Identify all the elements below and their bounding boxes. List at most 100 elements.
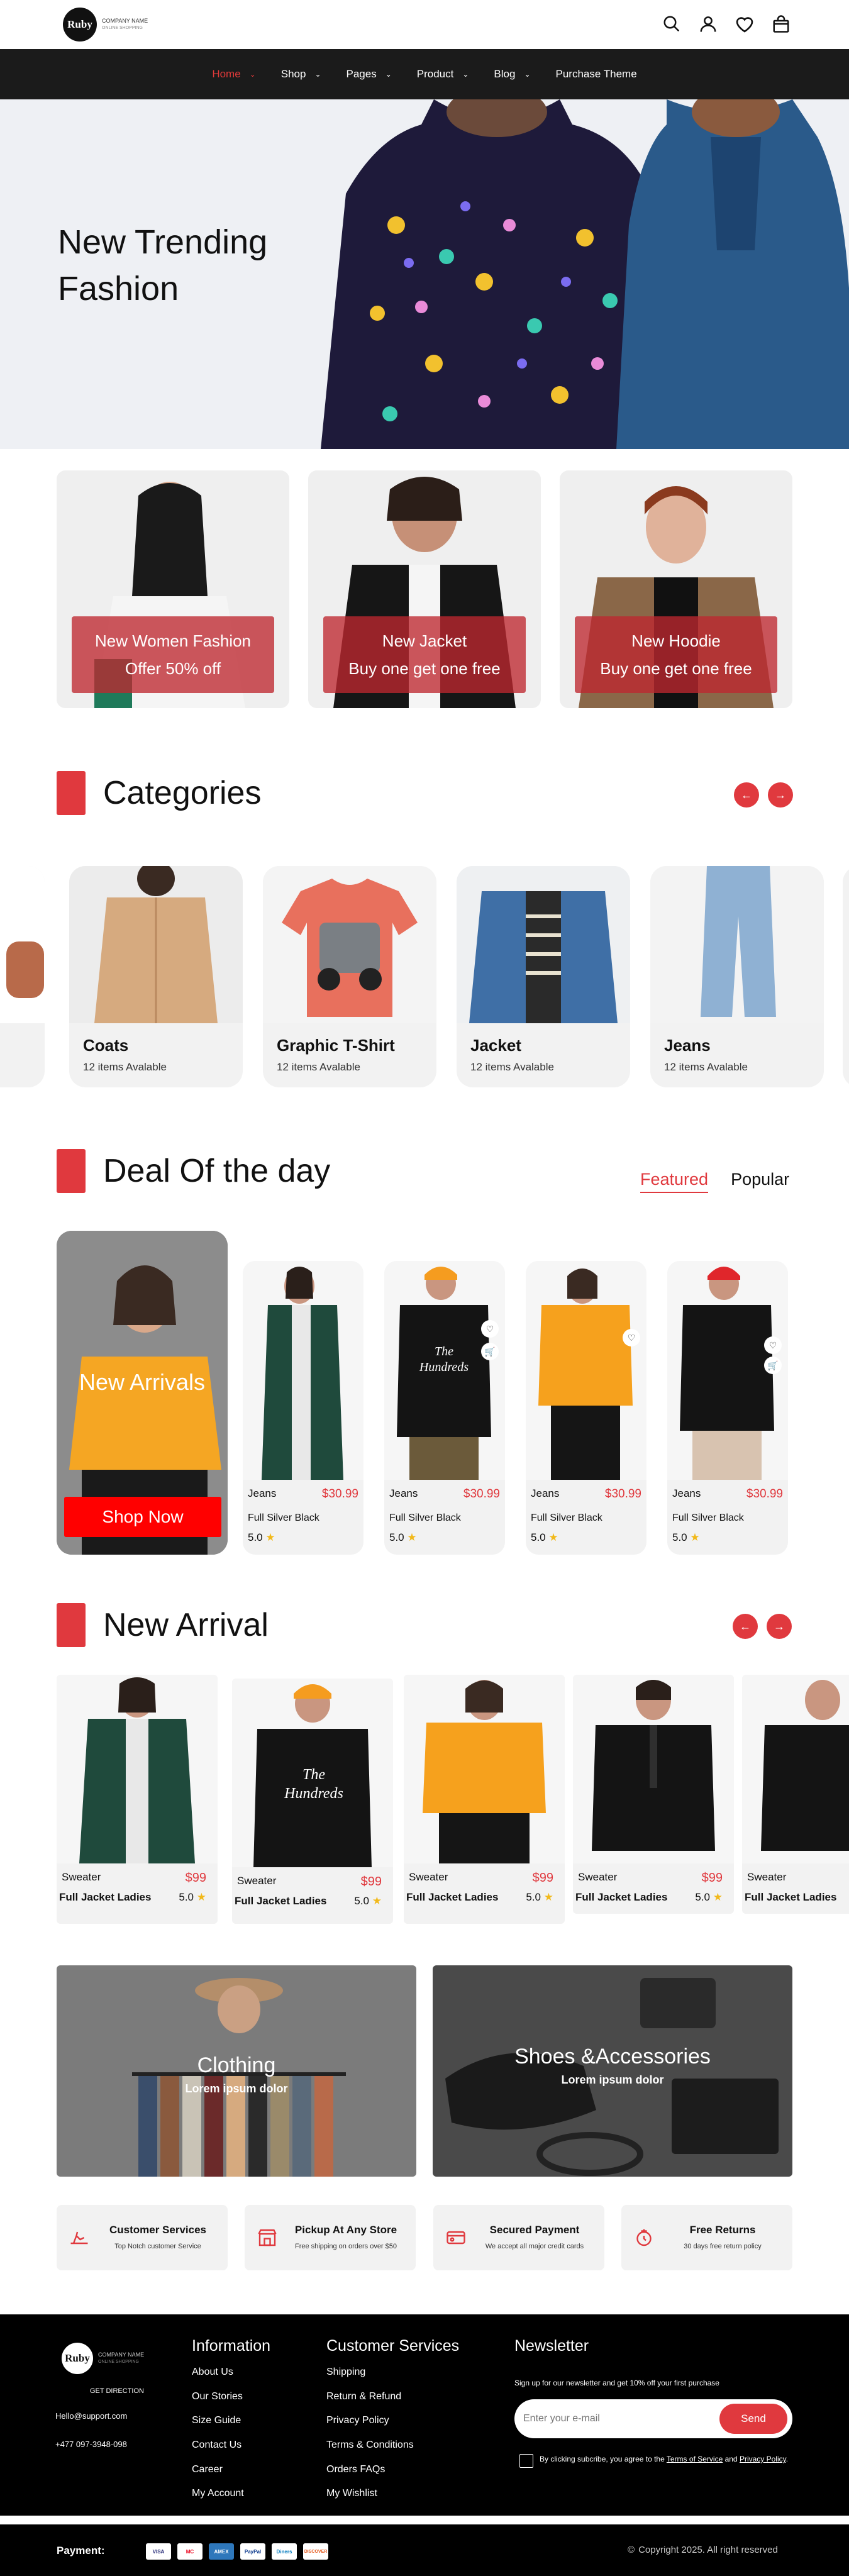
heading-accent-bar [57,1603,86,1647]
bag-icon[interactable] [770,13,792,35]
nav-item-pages[interactable]: Pages ⌄ [347,68,392,80]
deal-type: Jeans [248,1487,277,1499]
category-card-graphic-tshirt[interactable]: Graphic T-Shirt 12 items Avalable [263,866,436,1087]
arrow-right-icon[interactable]: → [767,1614,792,1639]
newsletter-email-input[interactable] [523,2399,706,2438]
arrival-name: Full Jacket Ladies [235,1895,327,1907]
footer-link-shipping[interactable]: Shipping [326,2367,365,2378]
category-card-coats[interactable]: Coats 12 items Avalable [69,866,243,1087]
new-arrivals-card[interactable]: New Arrivals Shop Now [57,1231,228,1555]
cart-icon[interactable]: 🛒 [481,1343,499,1360]
category-jacket-image [457,866,630,1023]
footer-email[interactable]: Hello@support.com [55,2411,127,2421]
terms-link[interactable]: Terms of Service [667,2455,723,2463]
arrival-rating: 5.0 ★ [179,1891,206,1904]
tab-popular[interactable]: Popular [731,1170,789,1193]
footer-link-contact[interactable]: Contact Us [192,2440,241,2451]
shoes-banner[interactable]: Shoes &Accessories Lorem ipsum dolor [433,1965,792,2177]
arrow-left-icon[interactable]: ← [734,782,759,808]
newsletter-send-button[interactable]: Send [719,2404,787,2434]
footer-link-terms[interactable]: Terms & Conditions [326,2440,414,2451]
promo-line1: New Jacket [382,631,467,650]
deal-card[interactable]: ♡ 🛒 Jeans $30.99 Full Silver Black 5.0 ★ [667,1261,788,1555]
banner-title: Clothing [197,2053,276,2077]
logo-mark: Ruby [63,8,97,42]
arrival-row: Full Jacket Ladies [745,1891,849,1904]
shop-now-button[interactable]: Shop Now [64,1497,221,1537]
heart-icon[interactable] [733,13,756,35]
category-count: 12 items Avalable [277,1061,360,1073]
get-direction-link[interactable]: GET DIRECTION [90,2387,144,2395]
cart-icon[interactable]: 🛒 [764,1357,782,1374]
company-name: COMPANY NAME [98,2351,145,2358]
nav-item-shop[interactable]: Shop ⌄ [281,68,321,80]
footer-link-privacy[interactable]: Privacy Policy [326,2415,389,2426]
deal-card[interactable]: ♡ Jeans $30.99 Full Silver Black 5.0 ★ [526,1261,646,1555]
svg-text:Hundreds: Hundreds [284,1785,343,1802]
clothing-banner[interactable]: Clothing Lorem ipsum dolor [57,1965,416,2177]
arrival-card[interactable]: The Hundreds Sweater $99 Full Jacket Ladie… [232,1679,393,1924]
category-card-jeans[interactable]: Jeans 12 items Avalable [650,866,824,1087]
nav-item-product[interactable]: Product ⌄ [417,68,469,80]
nav-item-home[interactable]: Home ⌄ [212,68,255,80]
footer-link-about[interactable]: About Us [192,2367,233,2378]
footer-link-size-guide[interactable]: Size Guide [192,2415,241,2426]
footer-link-return[interactable]: Return & Refund [326,2391,401,2402]
arrival-price: $99 [185,1871,206,1885]
amex-icon: AMEX [209,2543,234,2560]
category-card-jacket[interactable]: Jacket 12 items Avalable [457,866,630,1087]
category-count: 12 items Avalable [83,1061,167,1073]
footer-logo[interactable]: Ruby COMPANY NAME ONLINE SHOPPING [62,2343,144,2374]
arrow-right-icon[interactable]: → [768,782,793,808]
footer-link-wishlist[interactable]: My Wishlist [326,2488,377,2499]
hand-truck-icon [70,2231,88,2245]
rating-value: 5.0 [695,1891,711,1903]
deal-card[interactable]: Jeans $30.99 Full Silver Black 5.0 ★ [243,1261,363,1555]
heart-icon[interactable]: ♡ [623,1329,640,1346]
promo-card-jacket[interactable]: New Jacket Buy one get one free [308,470,541,708]
arrival-card[interactable]: Sweater $99 Full Jacket Ladies 5.0 ★ [404,1675,565,1924]
rating-value: 5.0 [248,1531,263,1543]
deal-card[interactable]: The Hundreds ♡ 🛒 Jeans $30.99 Full Silver … [384,1261,505,1555]
consent-checkbox[interactable] [519,2454,533,2468]
footer-link-faqs[interactable]: Orders FAQs [326,2464,385,2475]
footer-link-career[interactable]: Career [192,2464,223,2475]
user-icon[interactable] [697,13,719,35]
footer-logo-text: COMPANY NAME ONLINE SHOPPING [98,2351,144,2366]
arrival-row: Sweater $99 [237,1875,382,1889]
deal-rating: 5.0 ★ [531,1531,558,1544]
arrival-price: $99 [532,1871,553,1885]
arrival-card[interactable]: Sweater $99 Full Jacket Ladies 5.0 ★ [573,1675,734,1914]
footer-phone[interactable]: +477 097-3948-098 [55,2440,127,2449]
nav-item-blog[interactable]: Blog ⌄ [494,68,530,80]
discover-icon: DISCOVER [303,2543,328,2560]
store-icon [258,2229,277,2246]
heart-icon[interactable]: ♡ [481,1320,499,1338]
arrival-card[interactable]: Sweater Full Jacket Ladies [742,1675,849,1914]
star-icon: ★ [265,1531,275,1543]
arrival-price: $99 [360,1875,382,1889]
heart-icon[interactable]: ♡ [764,1336,782,1354]
arrival-type: Sweater [747,1871,787,1883]
promo-card-hoodie[interactable]: New Hoodie Buy one get one free [560,470,792,708]
arrival-row: Sweater [747,1871,849,1884]
footer-link-stories[interactable]: Our Stories [192,2391,243,2402]
arrow-left-icon[interactable]: ← [733,1614,758,1639]
consent-end: . [785,2455,789,2463]
footer-link-account[interactable]: My Account [192,2488,244,2499]
arrival-rating: 5.0 ★ [354,1895,382,1907]
deals-heading: Deal Of the day [57,1149,330,1193]
category-tshirt-image [263,866,436,1023]
category-card-bag[interactable] [0,866,45,1087]
privacy-link[interactable]: Privacy Policy [740,2455,786,2463]
deal-price: $30.99 [321,1487,358,1501]
payment-label: Payment: [57,2545,105,2557]
nav-item-purchase-theme[interactable]: Purchase Theme [556,68,637,80]
tab-featured[interactable]: Featured [640,1170,709,1193]
logo[interactable]: Ruby COMPANY NAME ONLINE SHOPPING [63,8,148,42]
nav-label: Blog [494,68,516,80]
category-card-partial[interactable] [843,866,849,1087]
arrival-card[interactable]: Sweater $99 Full Jacket Ladies 5.0 ★ [57,1675,218,1924]
promo-card-women[interactable]: New Women Fashion Offer 50% off [57,470,289,708]
search-icon[interactable] [660,13,683,35]
